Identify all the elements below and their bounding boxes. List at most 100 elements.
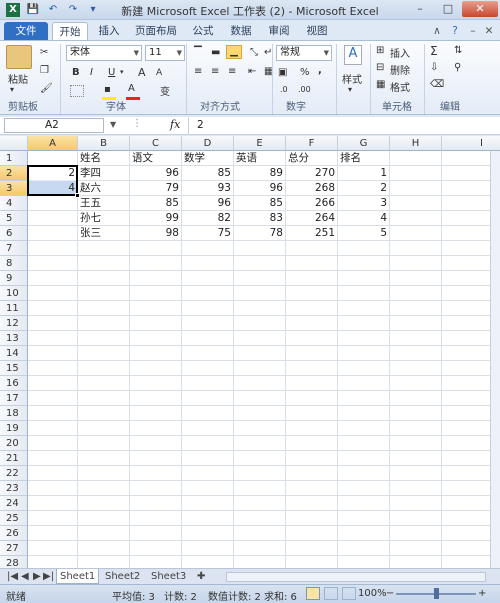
row-header[interactable]: 27 xyxy=(0,541,28,556)
borders-icon[interactable] xyxy=(70,85,84,97)
format-cells-button[interactable]: 格式 xyxy=(390,79,410,94)
cell-e5[interactable]: 83 xyxy=(234,211,286,226)
font-color-button[interactable]: A xyxy=(128,83,135,94)
delete-cells-button[interactable]: 删除 xyxy=(390,62,410,77)
fill-icon[interactable]: ⇩ xyxy=(430,62,438,73)
styles-icon[interactable]: A xyxy=(344,45,362,65)
cell-g1[interactable]: 排名 xyxy=(338,151,390,166)
workbook-minimize-icon[interactable]: – xyxy=(466,22,480,40)
tab-insert[interactable]: 插入 xyxy=(92,22,126,40)
row-header[interactable]: 17 xyxy=(0,391,28,406)
shrink-font-button[interactable]: A xyxy=(156,68,162,78)
column-header[interactable]: G xyxy=(338,136,390,151)
name-box-dropdown-icon[interactable]: ▼ xyxy=(110,120,116,129)
tab-data[interactable]: 数据 xyxy=(224,22,258,40)
cell-e6[interactable]: 78 xyxy=(234,226,286,241)
name-box[interactable]: A2 xyxy=(4,118,104,133)
align-top-icon[interactable]: ▔ xyxy=(194,47,202,58)
find-select-icon[interactable]: ⚲ xyxy=(454,62,461,73)
cell-b3[interactable]: 赵六 xyxy=(78,181,130,196)
sort-filter-icon[interactable]: ⇅ xyxy=(454,45,462,56)
phonetic-button[interactable]: 变 xyxy=(160,83,170,98)
sheet-tab-sheet3[interactable]: Sheet3 xyxy=(148,569,189,584)
underline-button[interactable]: U xyxy=(108,67,115,78)
cell-d4[interactable]: 96 xyxy=(182,196,234,211)
cell-g6[interactable]: 5 xyxy=(338,226,390,241)
zoom-in-icon[interactable]: + xyxy=(478,588,486,599)
delete-cells-icon[interactable]: ⊟ xyxy=(376,62,384,73)
cell-f5[interactable]: 264 xyxy=(286,211,338,226)
font-name-select[interactable]: 宋体 ▼ xyxy=(66,45,142,61)
row-header[interactable]: 16 xyxy=(0,376,28,391)
row-header[interactable]: 23 xyxy=(0,481,28,496)
zoom-slider-thumb[interactable] xyxy=(434,588,439,599)
cell-d2[interactable]: 85 xyxy=(182,166,234,181)
row-header[interactable]: 25 xyxy=(0,511,28,526)
new-sheet-icon[interactable]: ✚ xyxy=(194,569,208,584)
cell-g3[interactable]: 2 xyxy=(338,181,390,196)
select-all-corner[interactable] xyxy=(0,136,28,151)
normal-view-icon[interactable] xyxy=(306,587,320,600)
italic-button[interactable]: I xyxy=(90,67,93,78)
worksheet-grid[interactable]: A B C D E F G H I 1 2 3 4 5 6 7 8 9 10 11 12 13 14 15 16 17 18 19 20… xyxy=(0,136,500,571)
cut-icon[interactable]: ✂ xyxy=(40,47,48,58)
row-header[interactable]: 26 xyxy=(0,526,28,541)
minimize-button[interactable]: – xyxy=(406,1,434,17)
cell-f1[interactable]: 总分 xyxy=(286,151,338,166)
align-center-icon[interactable]: ≡ xyxy=(211,66,219,77)
cell-f3[interactable]: 268 xyxy=(286,181,338,196)
row-header[interactable]: 13 xyxy=(0,331,28,346)
font-size-select[interactable]: 11 ▼ xyxy=(145,45,185,61)
copy-icon[interactable]: ❐ xyxy=(40,65,49,76)
tab-home[interactable]: 开始 xyxy=(52,22,88,40)
column-header[interactable]: E xyxy=(234,136,286,151)
cell-c5[interactable]: 99 xyxy=(130,211,182,226)
cell-d6[interactable]: 75 xyxy=(182,226,234,241)
row-header[interactable]: 9 xyxy=(0,271,28,286)
row-header[interactable]: 5 xyxy=(0,211,28,226)
last-sheet-icon[interactable]: ▶| xyxy=(40,569,57,584)
cell-e3[interactable]: 96 xyxy=(234,181,286,196)
underline-dropdown-icon[interactable]: ▾ xyxy=(120,68,124,76)
cell-a2[interactable]: 2 xyxy=(28,166,78,181)
cell-b6[interactable]: 张三 xyxy=(78,226,130,241)
cell-c1[interactable]: 语文 xyxy=(130,151,182,166)
row-header[interactable]: 18 xyxy=(0,406,28,421)
row-header[interactable]: 20 xyxy=(0,436,28,451)
decrease-decimal-icon[interactable]: .00 xyxy=(298,85,311,94)
cell-e2[interactable]: 89 xyxy=(234,166,286,181)
orientation-icon[interactable]: ⤡ xyxy=(250,47,258,58)
increase-decimal-icon[interactable]: .0 xyxy=(280,85,288,94)
row-header[interactable]: 14 xyxy=(0,346,28,361)
cell-b2[interactable]: 李四 xyxy=(78,166,130,181)
vertical-scrollbar[interactable] xyxy=(490,151,500,568)
percent-button[interactable]: % xyxy=(300,67,310,78)
grow-font-button[interactable]: A xyxy=(138,66,146,79)
align-left-icon[interactable]: ≡ xyxy=(194,66,202,77)
align-middle-icon[interactable]: ▬ xyxy=(211,47,220,58)
minimize-ribbon-icon[interactable]: ∧ xyxy=(430,22,444,40)
cell-c3[interactable]: 79 xyxy=(130,181,182,196)
row-header[interactable]: 4 xyxy=(0,196,28,211)
column-header[interactable]: B xyxy=(78,136,130,151)
close-button[interactable]: ✕ xyxy=(462,1,498,17)
cell-d1[interactable]: 数学 xyxy=(182,151,234,166)
cell-c2[interactable]: 96 xyxy=(130,166,182,181)
row-header[interactable]: 1 xyxy=(0,151,28,166)
cell-f2[interactable]: 270 xyxy=(286,166,338,181)
row-header[interactable]: 15 xyxy=(0,361,28,376)
help-icon[interactable]: ? xyxy=(448,22,462,40)
cell-f4[interactable]: 266 xyxy=(286,196,338,211)
format-painter-icon[interactable]: 🖌 xyxy=(40,83,53,94)
clear-icon[interactable]: ⌫ xyxy=(430,79,444,90)
row-header[interactable]: 12 xyxy=(0,316,28,331)
cell-g5[interactable]: 4 xyxy=(338,211,390,226)
paste-icon[interactable] xyxy=(6,45,32,69)
decrease-indent-icon[interactable]: ⇤ xyxy=(248,66,256,77)
row-header[interactable]: 11 xyxy=(0,301,28,316)
zoom-level[interactable]: 100% xyxy=(358,588,387,599)
styles-dropdown-icon[interactable]: ▾ xyxy=(348,85,352,94)
insert-cells-icon[interactable]: ⊞ xyxy=(376,45,384,56)
insert-function-button[interactable]: fx xyxy=(170,118,180,131)
row-header[interactable]: 8 xyxy=(0,256,28,271)
